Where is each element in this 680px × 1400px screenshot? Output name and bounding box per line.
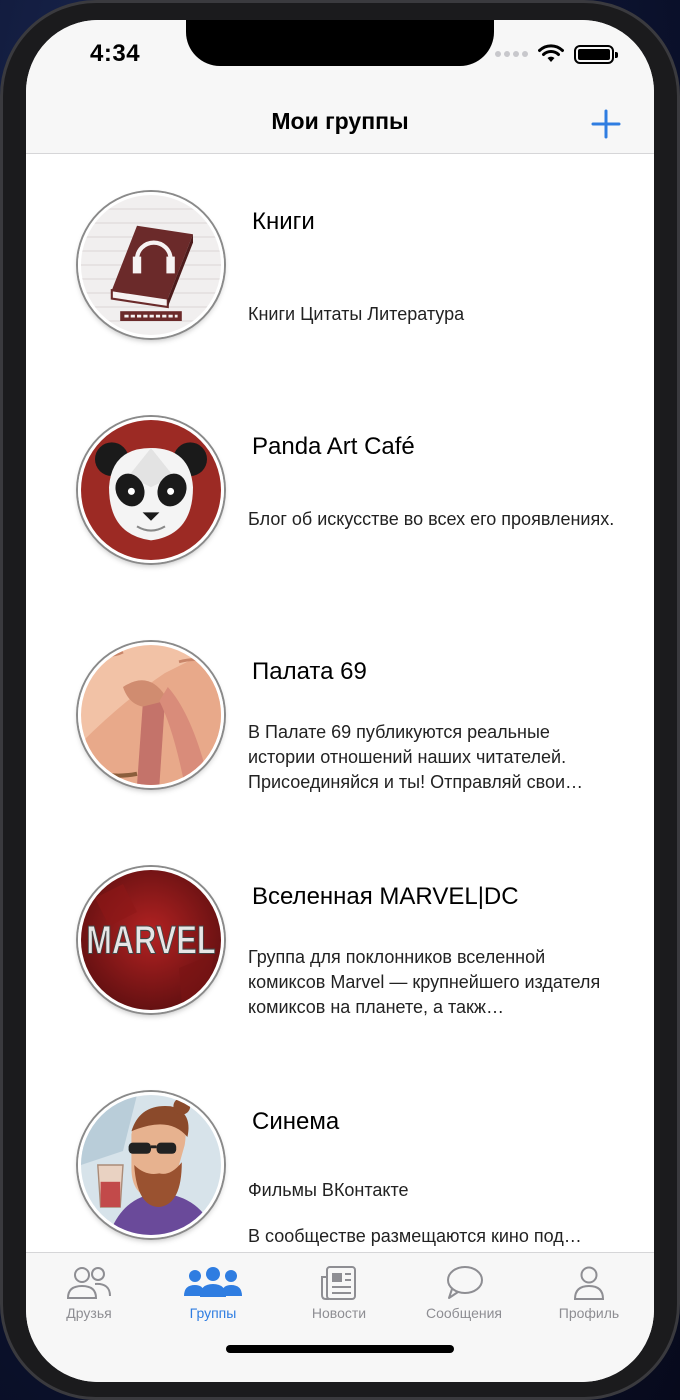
group-description: Фильмы ВКонтакте: [248, 1180, 409, 1200]
tab-label: Сообщения: [426, 1305, 502, 1321]
plus-icon[interactable]: [588, 106, 624, 142]
group-list[interactable]: Книги Книги Цитаты Литература Panda Art …: [26, 154, 654, 1252]
tab-friends[interactable]: Друзья: [26, 1265, 152, 1321]
app-screen: 4:34 Мои группы Книги Книги Цитаты Литер…: [26, 20, 654, 1382]
illustration-avatar: [78, 642, 224, 788]
nav-bar: Мои группы: [26, 100, 654, 154]
group-description: Книги Цитаты Литература: [248, 304, 465, 324]
group-name: Panda Art Café: [252, 433, 415, 460]
tab-label: Новости: [311, 1305, 367, 1321]
page-title: Мои группы: [271, 108, 409, 134]
bearded-man-avatar: [78, 1092, 224, 1238]
group-description: В Палате 69 публикуются реальные истории…: [248, 722, 584, 792]
groups-icon: [184, 1267, 242, 1297]
status-time: 4:34: [90, 40, 141, 67]
home-indicator[interactable]: [226, 1345, 454, 1353]
device-notch: [186, 20, 494, 66]
tab-bar: Друзья Группы Новости Сообщения Профиль: [26, 1252, 654, 1382]
tab-news[interactable]: Новости: [276, 1265, 402, 1321]
group-name: Книги: [252, 208, 315, 235]
group-name: Вселенная MARVEL|DC: [252, 883, 519, 910]
tab-messages[interactable]: Сообщения: [401, 1265, 527, 1321]
marvel-logo-text: MARVEL: [86, 918, 215, 963]
wifi-icon: [538, 44, 564, 62]
panda-avatar: [78, 417, 224, 563]
friends-icon: [66, 1267, 111, 1299]
tab-label: Друзья: [66, 1305, 112, 1321]
news-icon: [321, 1266, 356, 1300]
cellular-signal-icon: [495, 51, 528, 57]
group-name: Палата 69: [252, 658, 367, 685]
group-name: Синема: [252, 1108, 340, 1135]
marvel-avatar: MARVEL: [78, 867, 224, 1013]
group-description: Блог об искусстве во всех его проявления…: [248, 509, 615, 529]
profile-icon: [573, 1266, 605, 1300]
status-indicators: [495, 44, 618, 64]
tab-label: Профиль: [558, 1305, 620, 1321]
list-item[interactable]: Книги Книги Цитаты Литература: [26, 154, 654, 379]
battery-icon: [574, 44, 618, 64]
list-item[interactable]: Палата 69 В Палате 69 публикуются реальн…: [26, 604, 654, 829]
tab-profile[interactable]: Профиль: [526, 1265, 652, 1321]
list-item[interactable]: Синема Фильмы ВКонтакте В сообществе раз…: [26, 1054, 654, 1252]
messages-icon: [447, 1266, 483, 1299]
audiobook-avatar: [78, 192, 224, 338]
group-description-continued: В сообществе размещаются кино под…: [248, 1226, 582, 1246]
tab-label: Группы: [189, 1305, 237, 1321]
list-item[interactable]: MARVEL Вселенная MARVEL|DC Группа для по…: [26, 829, 654, 1054]
list-item[interactable]: Panda Art Café Блог об искусстве во всех…: [26, 379, 654, 604]
group-description: Группа для поклонников вселенной комиксо…: [248, 947, 601, 1017]
tab-groups[interactable]: Группы: [150, 1265, 276, 1321]
